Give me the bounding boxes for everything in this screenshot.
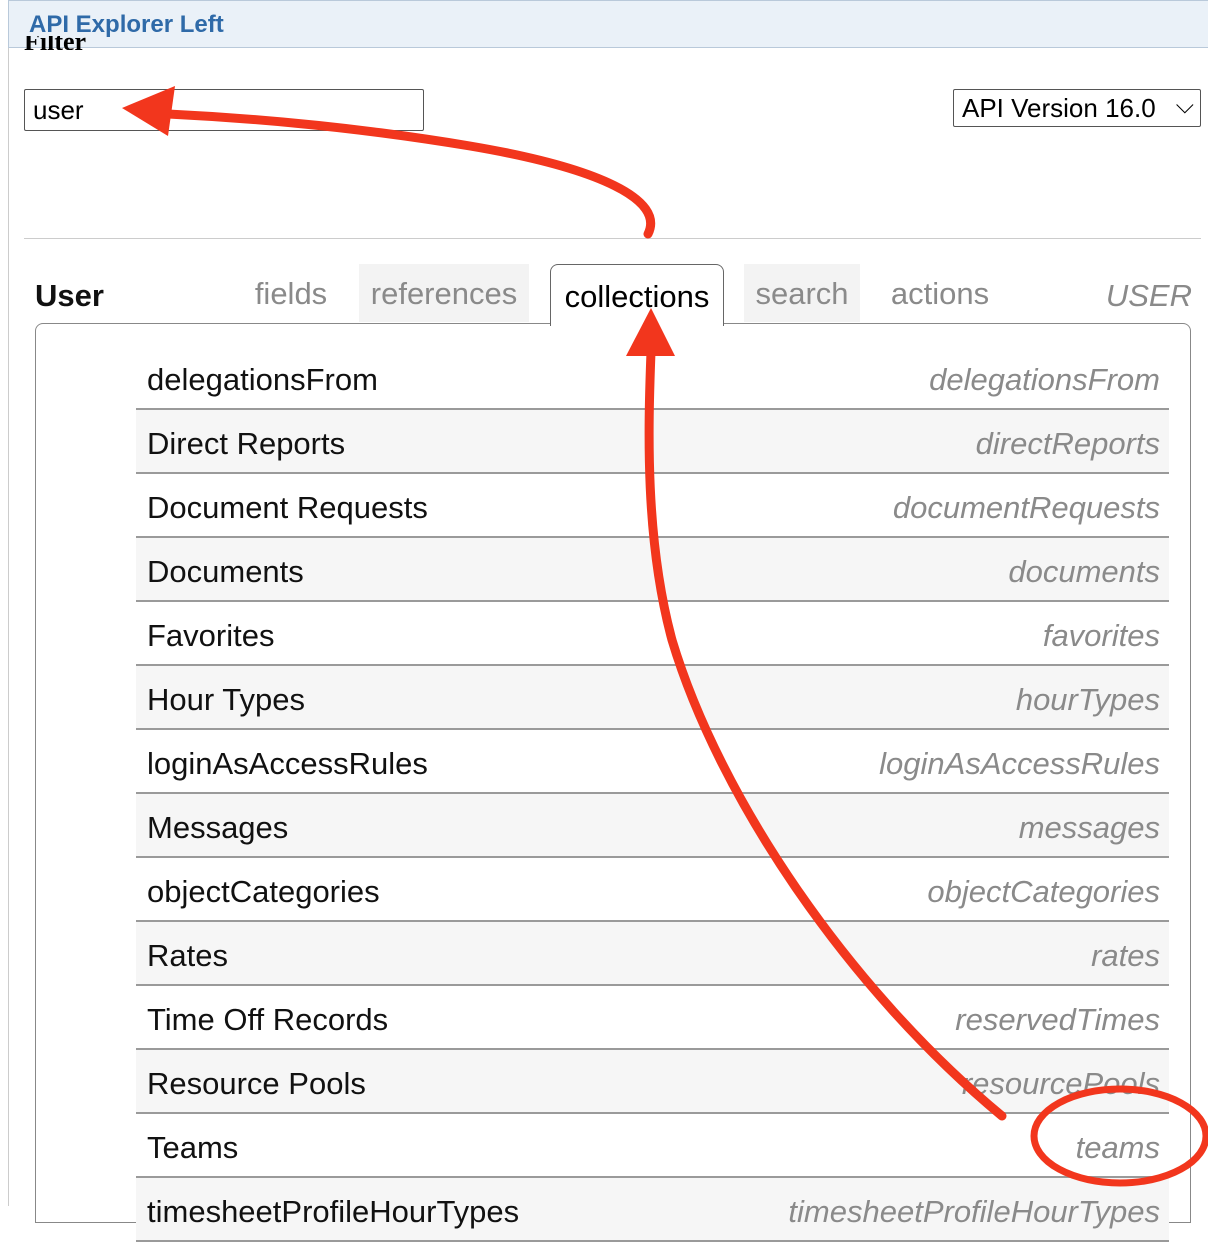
collection-api-name: favorites	[1042, 618, 1160, 653]
collection-api-name: delegationsFrom	[929, 362, 1160, 397]
collection-label: Favorites	[147, 618, 275, 653]
api-version-selected: API Version 16.0	[962, 93, 1156, 123]
collection-label: Rates	[147, 938, 228, 973]
collection-label: Document Requests	[147, 490, 428, 525]
list-item[interactable]: timesheetProfileHourTypes timesheetProfil…	[136, 1178, 1169, 1242]
list-item[interactable]: delegationsFrom delegationsFrom	[136, 346, 1169, 410]
collection-label: Time Off Records	[147, 1002, 389, 1037]
collection-label: Messages	[147, 810, 289, 845]
collection-api-name: rates	[1091, 938, 1160, 973]
api-version-select[interactable]: API Version 16.0 ⌵	[953, 89, 1201, 127]
tab-collections[interactable]: collections	[550, 264, 724, 326]
collection-api-name: messages	[1018, 810, 1160, 845]
collection-label: objectCategories	[147, 874, 380, 909]
list-item[interactable]: Hour Types hourTypes	[136, 666, 1169, 730]
collection-label: timesheetProfileHourTypes	[147, 1194, 520, 1229]
collection-label: Teams	[147, 1130, 239, 1165]
list-item[interactable]: Direct Reports directReports	[136, 410, 1169, 474]
list-item[interactable]: loginAsAccessRules loginAsAccessRules	[136, 730, 1169, 794]
collection-label: Resource Pools	[147, 1066, 366, 1101]
tab-actions[interactable]: actions	[878, 264, 1002, 322]
list-item[interactable]: objectCategories objectCategories	[136, 858, 1169, 922]
list-item[interactable]: Documents documents	[136, 538, 1169, 602]
list-item[interactable]: Document Requests documentRequests	[136, 474, 1169, 538]
collection-api-name: reservedTimes	[955, 1002, 1160, 1037]
object-api-name: USER	[1105, 278, 1192, 313]
filter-input[interactable]	[24, 89, 424, 131]
collection-api-name: documentRequests	[892, 490, 1160, 525]
annotation-arrow-to-filter	[163, 109, 656, 239]
collection-label: loginAsAccessRules	[147, 746, 428, 781]
list-item[interactable]: Rates rates	[136, 922, 1169, 986]
collection-api-name: teams	[1075, 1130, 1160, 1165]
window-title: API Explorer Left	[29, 11, 224, 38]
tab-references[interactable]: references	[359, 264, 529, 322]
object-title: User	[35, 278, 104, 313]
window-left-edge	[8, 48, 9, 1206]
tab-search[interactable]: search	[744, 264, 860, 322]
collection-label: Hour Types	[147, 682, 305, 717]
section-divider	[24, 238, 1201, 239]
chevron-down-icon: ⌵	[1175, 92, 1194, 119]
list-item[interactable]: Favorites favorites	[136, 602, 1169, 666]
collection-api-name: documents	[1008, 554, 1160, 589]
collection-api-name: loginAsAccessRules	[879, 746, 1160, 781]
collection-api-name: timesheetProfileHourTypes	[788, 1194, 1160, 1229]
collections-list: delegationsFrom delegationsFrom Direct Re…	[136, 346, 1169, 1242]
list-item[interactable]: Resource Pools resourcePools	[136, 1050, 1169, 1114]
collection-api-name: objectCategories	[927, 874, 1160, 909]
collection-label: delegationsFrom	[147, 362, 378, 397]
window-titlebar: API Explorer Left	[8, 0, 1208, 48]
collection-label: Documents	[147, 554, 304, 589]
tab-fields[interactable]: fields	[240, 264, 342, 322]
collection-api-name: directReports	[975, 426, 1160, 461]
collection-label: Direct Reports	[147, 426, 346, 461]
list-item[interactable]: Time Off Records reservedTimes	[136, 986, 1169, 1050]
list-item[interactable]: Messages messages	[136, 794, 1169, 858]
collection-api-name: resourcePools	[961, 1066, 1160, 1101]
collection-api-name: hourTypes	[1015, 682, 1160, 717]
filter-label: Filter	[24, 36, 86, 50]
list-item[interactable]: Teams teams	[136, 1114, 1169, 1178]
